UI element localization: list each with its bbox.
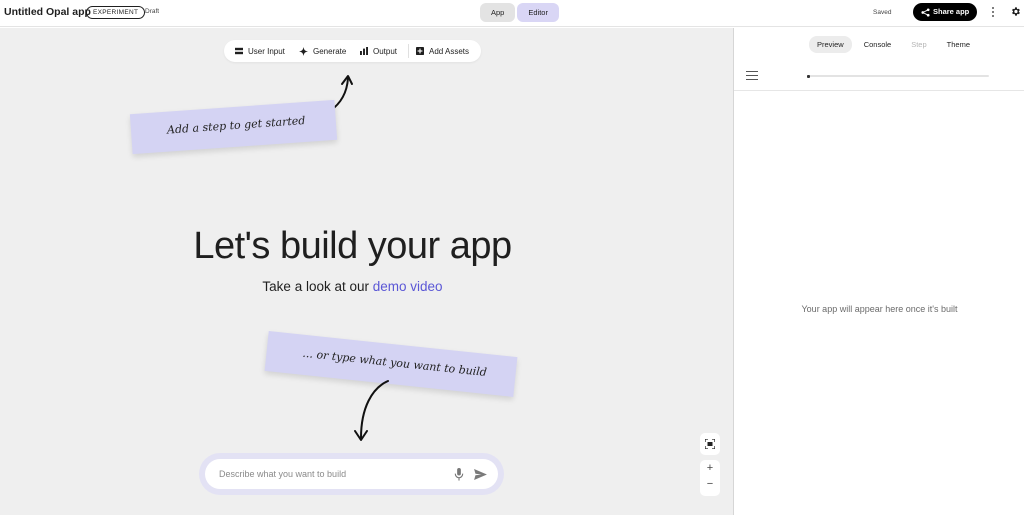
step-toolbar: User Input Generate Output Add Assets <box>224 40 481 62</box>
output-label: Output <box>373 46 398 56</box>
more-options-icon[interactable] <box>989 5 997 19</box>
add-assets-button[interactable]: Add Assets <box>416 40 469 62</box>
progress-fill <box>807 74 810 78</box>
zoom-in-icon[interactable]: + <box>700 460 720 476</box>
hamburger-menu-icon[interactable] <box>746 71 758 83</box>
draft-status: Draft <box>145 8 160 15</box>
generate-label: Generate <box>313 46 347 56</box>
user-input-label: User Input <box>248 46 285 56</box>
demo-subline: Take a look at our demo video <box>0 279 705 294</box>
tab-step: Step <box>911 40 927 49</box>
subline-prefix: Take a look at our <box>262 279 369 294</box>
arrow-down-icon <box>354 380 389 441</box>
tab-console[interactable]: Console <box>856 36 900 53</box>
gear-icon[interactable] <box>1010 6 1021 17</box>
progress-bar <box>807 74 989 78</box>
zoom-controls: + − <box>700 460 720 496</box>
toggle-app[interactable]: App <box>480 3 516 22</box>
send-icon[interactable] <box>474 469 487 480</box>
user-input-button[interactable]: User Input <box>235 40 285 62</box>
toggle-editor[interactable]: Editor <box>517 3 559 22</box>
generate-button[interactable]: Generate <box>299 40 346 62</box>
panel-tabs: Preview Console Step Theme <box>809 36 982 53</box>
share-icon <box>921 8 930 17</box>
empty-preview-message: Your app will appear here once it's buil… <box>801 304 958 314</box>
fit-screen-icon <box>705 439 715 449</box>
toolbar-divider <box>408 44 409 58</box>
output-button[interactable]: Output <box>360 40 397 62</box>
sparkle-icon <box>299 46 308 56</box>
sticky-note-add-step-text: Add a step to get started <box>166 113 306 137</box>
panel-divider <box>734 90 1024 91</box>
user-input-icon <box>235 47 243 55</box>
preview-panel: Preview Console Step Theme Your app will… <box>733 28 1024 515</box>
page-heading: Let's build your app <box>193 225 512 267</box>
sticky-note-add-step: Add a step to get started <box>129 99 338 155</box>
app-editor-toggle: App Editor <box>480 3 559 22</box>
top-bar: Untitled Opal app EXPERIMENT Draft App E… <box>0 0 1024 27</box>
microphone-icon[interactable] <box>454 468 464 481</box>
app-title[interactable]: Untitled Opal app <box>4 6 91 18</box>
add-box-icon <box>416 47 424 55</box>
demo-video-link[interactable]: demo video <box>373 279 443 294</box>
add-assets-label: Add Assets <box>429 46 470 56</box>
tab-theme[interactable]: Theme <box>939 36 978 53</box>
share-app-label: Share app <box>933 7 970 16</box>
share-app-button[interactable]: Share app <box>913 3 977 21</box>
sticky-note-type-text: ... or type what you want to build <box>301 346 488 380</box>
zoom-out-icon[interactable]: − <box>700 476 720 492</box>
bar-chart-icon <box>360 47 368 55</box>
fit-view-button[interactable] <box>700 433 720 455</box>
experiment-badge: EXPERIMENT <box>86 6 146 19</box>
editor-canvas[interactable]: User Input Generate Output Add Assets Ad… <box>0 28 733 515</box>
tab-preview[interactable]: Preview <box>809 36 852 53</box>
saved-status: Saved <box>873 9 892 16</box>
